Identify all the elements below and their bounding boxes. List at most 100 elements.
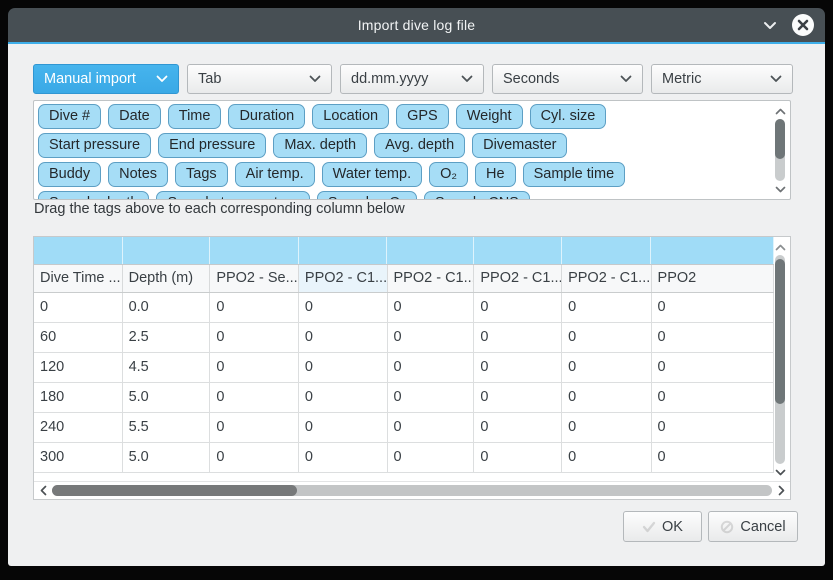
drop-target-cell[interactable] <box>474 237 562 264</box>
table-cell: 0 <box>388 413 475 442</box>
scroll-up-icon[interactable] <box>772 241 788 253</box>
table-row: 1204.5000000 <box>34 353 774 383</box>
combo-duration-format-value: Seconds <box>503 71 559 87</box>
table-cell: 0 <box>562 293 651 322</box>
table-cell: 0 <box>210 413 299 442</box>
tag-location[interactable]: Location <box>312 104 389 129</box>
column-header-ppo2-c1[interactable]: PPO2 - C1... <box>299 265 388 292</box>
titlebar: Import dive log file <box>8 8 825 42</box>
drop-target-cell[interactable] <box>651 237 774 264</box>
table-cell: 0 <box>652 293 774 322</box>
tag-duration[interactable]: Duration <box>228 104 305 129</box>
table-row: 00.0000000 <box>34 293 774 323</box>
table-cell: 0 <box>299 383 388 412</box>
tag-max-depth[interactable]: Max. depth <box>273 133 367 158</box>
ok-check-icon <box>642 521 656 533</box>
table-vertical-scrollbar <box>772 239 788 480</box>
tag-start-pressure[interactable]: Start pressure <box>38 133 151 158</box>
cancel-button[interactable]: Cancel <box>708 511 798 542</box>
table-cell: 0 <box>210 353 299 382</box>
table-cell: 0 <box>388 293 475 322</box>
tag-row: Dive # Date TimeDuration Location GPS Weight C… <box>38 104 768 129</box>
table-cell: 0 <box>652 353 774 382</box>
drop-target-cell[interactable] <box>210 237 299 264</box>
table-cell: 120 <box>34 353 123 382</box>
table-cell: 0 <box>388 383 475 412</box>
table-cell: 0 <box>652 383 774 412</box>
tag-air-temp[interactable]: Air temp. <box>235 162 315 187</box>
scroll-up-icon[interactable] <box>772 105 788 117</box>
table-cell: 0 <box>299 353 388 382</box>
drop-target-cell[interactable] <box>299 237 388 264</box>
table-body: 00.0000000602.50000001204.50000001805.00… <box>34 293 774 473</box>
tag-tags[interactable]: Tags <box>175 162 228 187</box>
column-header-ppo2[interactable]: PPO2 <box>652 265 774 292</box>
drop-target-cell[interactable] <box>123 237 211 264</box>
scroll-right-icon[interactable] <box>774 482 788 499</box>
tag-avg-depth[interactable]: Avg. depth <box>374 133 465 158</box>
close-button[interactable] <box>792 14 814 36</box>
combo-duration-format[interactable]: Seconds <box>492 64 643 94</box>
tag-sample-po[interactable]: Sample pO₂ <box>317 191 417 200</box>
table-cell: 0 <box>210 443 299 472</box>
tag-buddy[interactable]: Buddy <box>38 162 101 187</box>
combo-import-source[interactable]: Manual import <box>33 64 179 94</box>
scroll-down-icon[interactable] <box>772 466 788 478</box>
tag-end-pressure[interactable]: End pressure <box>158 133 266 158</box>
chevron-down-icon <box>461 75 473 83</box>
column-header-dive-time[interactable]: Dive Time ... <box>34 265 123 292</box>
titlebar-buttons <box>761 8 814 42</box>
shade-button[interactable] <box>761 16 779 34</box>
combo-units[interactable]: Metric <box>651 64 793 94</box>
table-cell: 240 <box>34 413 123 442</box>
column-header-ppo2-c1[interactable]: PPO2 - C1... <box>562 265 651 292</box>
tag-water-temp[interactable]: Water temp. <box>322 162 422 187</box>
scrollbar-track[interactable] <box>52 485 772 496</box>
table-cell: 300 <box>34 443 123 472</box>
table-row: 2405.5000000 <box>34 413 774 443</box>
column-header-ppo2-se[interactable]: PPO2 - Se... <box>210 265 299 292</box>
drop-target-cell[interactable] <box>34 237 123 264</box>
table-cell: 0 <box>474 443 562 472</box>
column-header-ppo2-c1[interactable]: PPO2 - C1... <box>474 265 562 292</box>
drop-target-cell[interactable] <box>562 237 651 264</box>
table-cell: 0 <box>562 443 651 472</box>
scroll-down-icon[interactable] <box>772 183 788 195</box>
tag-sample-temperature[interactable]: Sample temperature <box>156 191 309 200</box>
drop-target-row <box>34 237 774 265</box>
tag-time[interactable]: Time <box>168 104 222 129</box>
column-header-ppo2-c1[interactable]: PPO2 - C1... <box>388 265 475 292</box>
tag-sample-cns[interactable]: Sample CNS <box>424 191 530 200</box>
table-cell: 0 <box>34 293 123 322</box>
table-row: 602.5000000 <box>34 323 774 353</box>
scrollbar-thumb[interactable] <box>775 259 785 404</box>
drop-target-cell[interactable] <box>387 237 474 264</box>
tag-date[interactable]: Date <box>108 104 161 129</box>
table-cell: 2.5 <box>123 323 211 352</box>
chevron-down-icon <box>309 75 321 83</box>
tag-cyl-size[interactable]: Cyl. size <box>530 104 607 129</box>
tag-weight[interactable]: Weight <box>456 104 523 129</box>
scroll-left-icon[interactable] <box>36 482 50 499</box>
tag-sample-depth[interactable]: Sample depth <box>38 191 149 200</box>
tag-dive[interactable]: Dive # <box>38 104 101 129</box>
tag-sample-time[interactable]: Sample time <box>523 162 626 187</box>
tag-notes[interactable]: Notes <box>108 162 168 187</box>
tag-he[interactable]: He <box>475 162 516 187</box>
cancel-icon <box>720 520 734 534</box>
table-cell: 0 <box>652 413 774 442</box>
tag-gps[interactable]: GPS <box>396 104 449 129</box>
table-cell: 0 <box>652 323 774 352</box>
chevron-down-icon <box>620 75 632 83</box>
column-header-depth-m[interactable]: Depth (m) <box>123 265 211 292</box>
ok-button[interactable]: OK <box>623 511 702 542</box>
table-cell: 0 <box>652 443 774 472</box>
scrollbar-thumb[interactable] <box>775 119 785 159</box>
combo-field-separator[interactable]: Tab <box>187 64 332 94</box>
combo-units-value: Metric <box>662 71 701 87</box>
tag-divemaster[interactable]: Divemaster <box>472 133 567 158</box>
scrollbar-thumb[interactable] <box>52 485 297 496</box>
tag-o[interactable]: O₂ <box>429 162 468 187</box>
combo-field-separator-value: Tab <box>198 71 221 87</box>
combo-date-format[interactable]: dd.mm.yyyy <box>340 64 484 94</box>
